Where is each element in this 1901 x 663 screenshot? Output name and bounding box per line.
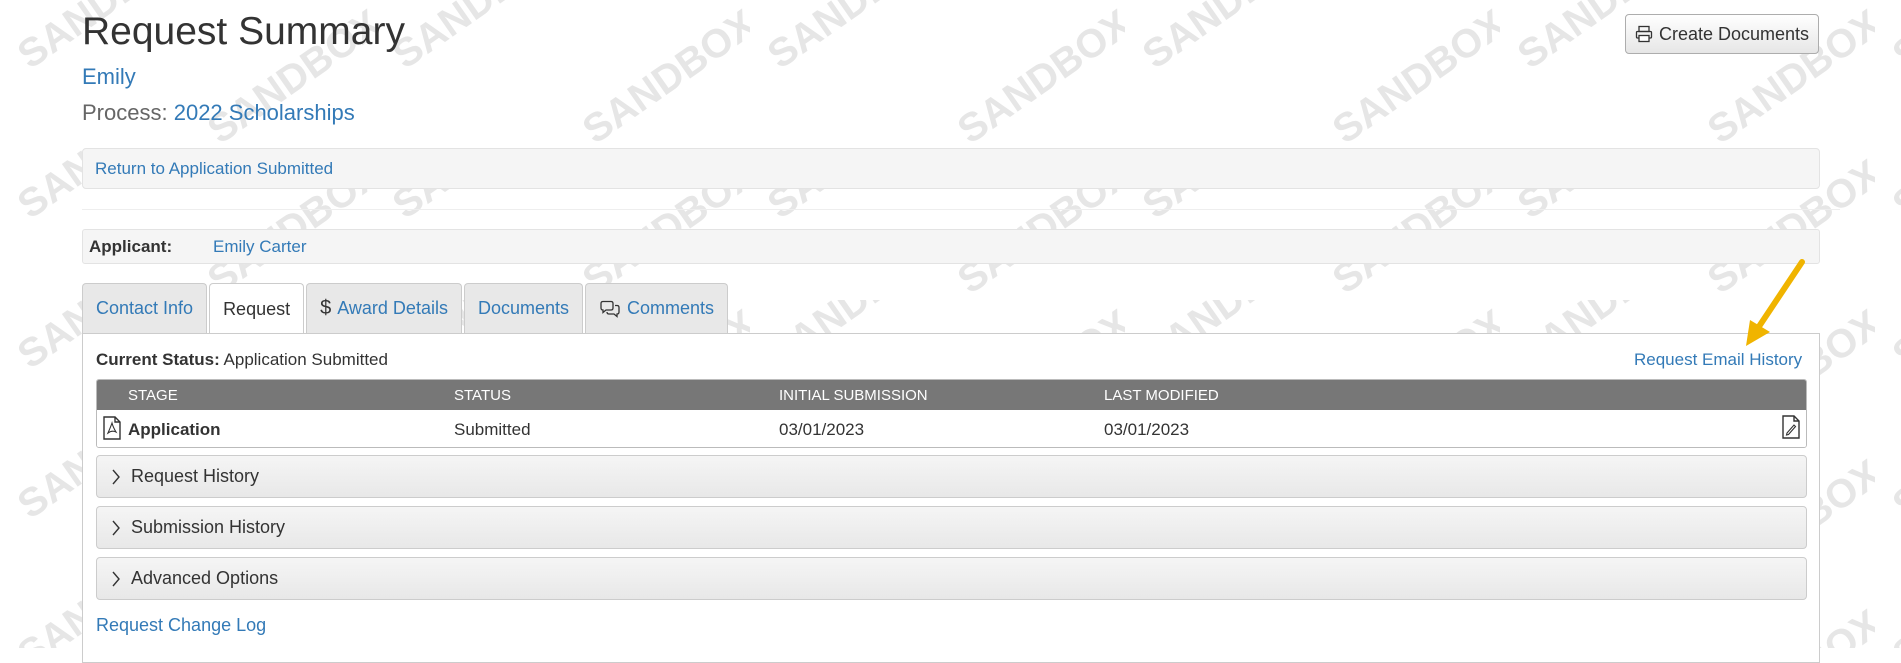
header-last-modified: LAST MODIFIED — [1104, 387, 1219, 404]
chevron-right-icon — [111, 469, 121, 485]
annotation-arrow-icon — [1746, 259, 1805, 346]
accordion-request-history[interactable]: Request History — [96, 455, 1807, 498]
request-email-history-link[interactable]: Request Email History — [1634, 350, 1802, 370]
process-line: Process: 2022 Scholarships — [82, 100, 355, 126]
tab-award-details[interactable]: $ Award Details — [306, 283, 462, 333]
accordion-label: Request History — [131, 466, 260, 486]
table-header-row: STAGE STATUS INITIAL SUBMISSION LAST MOD… — [97, 380, 1806, 410]
stage-name: Application — [128, 420, 221, 439]
stage-initial-submission: 03/01/2023 — [779, 420, 865, 439]
tab-label: Request — [223, 298, 291, 319]
printer-icon — [1635, 25, 1653, 43]
divider — [82, 209, 1840, 210]
create-documents-button[interactable]: Create Documents — [1625, 14, 1819, 54]
tab-label: Contact Info — [96, 298, 194, 318]
header-initial-submission: INITIAL SUBMISSION — [779, 387, 928, 404]
tab-label: Comments — [627, 298, 715, 318]
page-title: Request Summary — [82, 10, 405, 53]
return-bar: Return to Application Submitted — [82, 148, 1820, 189]
tab-request[interactable]: Request — [209, 283, 305, 334]
applicant-label: Applicant: — [89, 236, 173, 256]
tab-label: Award Details — [337, 298, 448, 318]
applicant-bar: Applicant: Emily Carter — [82, 229, 1820, 264]
chevron-right-icon — [111, 520, 121, 536]
current-status: Current Status: Application Submitted — [96, 350, 388, 370]
pdf-icon[interactable] — [102, 416, 122, 445]
tab-label: Documents — [477, 298, 569, 318]
comments-icon — [599, 300, 621, 318]
tab-bar: Contact Info Request $ Award Details Doc… — [82, 283, 729, 334]
user-name-link[interactable]: Emily — [82, 64, 136, 90]
dollar-icon: $ — [320, 297, 332, 319]
create-documents-label: Create Documents — [1658, 23, 1810, 44]
process-name-link[interactable]: 2022 Scholarships — [174, 100, 355, 125]
return-link[interactable]: Return to Application Submitted — [95, 159, 333, 179]
stage-table: STAGE STATUS INITIAL SUBMISSION LAST MOD… — [96, 379, 1807, 448]
tab-contact-info[interactable]: Contact Info — [82, 283, 208, 333]
header-stage: STAGE — [128, 387, 178, 404]
edit-document-icon[interactable] — [1781, 415, 1801, 444]
chevron-right-icon — [111, 571, 121, 587]
stage-last-modified: 03/01/2023 — [1104, 420, 1190, 439]
tab-documents[interactable]: Documents — [463, 283, 583, 333]
accordion-advanced-options[interactable]: Advanced Options — [96, 557, 1807, 600]
status-label: Current Status: — [96, 350, 220, 369]
accordion-label: Advanced Options — [131, 568, 279, 588]
applicant-name-link[interactable]: Emily Carter — [213, 237, 307, 257]
request-change-log-link[interactable]: Request Change Log — [96, 615, 266, 636]
process-label: Process: — [82, 100, 168, 125]
header-status: STATUS — [454, 387, 511, 404]
stage-status: Submitted — [454, 420, 531, 439]
status-value: Application Submitted — [223, 350, 388, 369]
table-row: Application Submitted 03/01/2023 03/01/2… — [97, 410, 1806, 447]
accordion-label: Submission History — [131, 517, 286, 537]
accordion-submission-history[interactable]: Submission History — [96, 506, 1807, 549]
tab-comments[interactable]: Comments — [585, 283, 729, 333]
